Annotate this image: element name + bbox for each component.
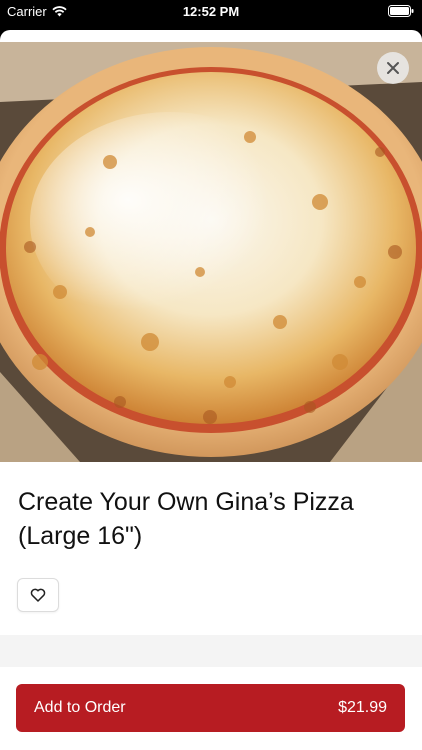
battery-icon	[388, 5, 414, 17]
favorite-button[interactable]	[17, 578, 59, 612]
heart-icon	[30, 588, 46, 602]
add-to-order-button[interactable]: Add to Order $21.99	[16, 684, 405, 732]
order-price: $21.99	[338, 699, 387, 716]
order-footer: Add to Order $21.99	[0, 667, 422, 750]
product-detail-sheet: Create Your Own Gina’s Pizza (Large 16")…	[0, 30, 422, 750]
add-to-order-label: Add to Order	[34, 699, 126, 716]
product-image	[0, 42, 422, 462]
status-bar: Carrier 12:52 PM	[0, 0, 422, 22]
product-title: Create Your Own Gina’s Pizza (Large 16")	[18, 488, 354, 550]
close-icon	[387, 62, 399, 74]
status-time: 12:52 PM	[182, 4, 240, 19]
section-divider	[0, 635, 422, 667]
close-button[interactable]	[377, 52, 409, 84]
